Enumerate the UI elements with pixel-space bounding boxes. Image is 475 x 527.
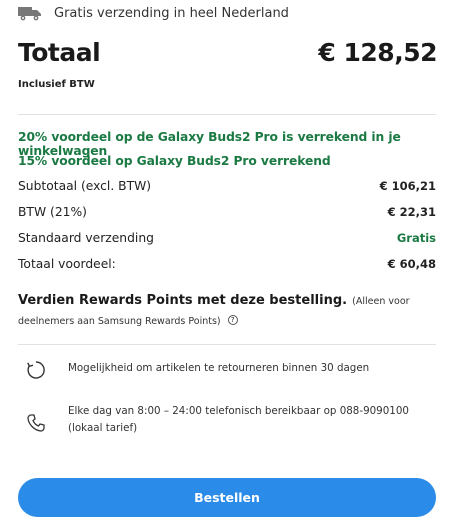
return-icon [27, 361, 45, 379]
summary-label: Totaal voordeel: [18, 257, 116, 271]
divider [18, 344, 436, 345]
summary-row-subtotal: Subtotaal (excl. BTW) € 106,21 [18, 179, 436, 193]
summary-row-discount: Totaal voordeel: € 60,48 [18, 257, 436, 271]
feature-text: Elke dag van 8:00 – 24:00 telefonisch be… [68, 405, 409, 434]
summary-row-shipping: Standaard verzending Gratis [18, 231, 436, 245]
summary-label: BTW (21%) [18, 205, 87, 219]
feature-support: Elke dag van 8:00 – 24:00 telefonisch be… [18, 403, 438, 437]
summary-value: € 60,48 [387, 257, 436, 271]
divider [18, 114, 436, 115]
summary-label: Standaard verzending [18, 231, 154, 245]
summary-value: € 106,21 [379, 179, 436, 193]
summary-row-vat: BTW (21%) € 22,31 [18, 205, 436, 219]
feature-returns: Mogelijkheid om artikelen te retourneren… [18, 360, 438, 380]
phone-icon [27, 414, 45, 432]
total-label: Totaal [18, 38, 101, 67]
promo-message: 15% voordeel op Galaxy Buds2 Pro verreke… [18, 154, 331, 168]
info-icon[interactable]: ? [227, 314, 238, 325]
summary-value: € 22,31 [387, 205, 436, 219]
rewards-info: Verdien Rewards Points met deze bestelli… [18, 290, 436, 330]
total-value: € 128,52 [318, 38, 437, 67]
shipping-text: Gratis verzending in heel Nederland [54, 5, 289, 21]
feature-text: Mogelijkheid om artikelen te retourneren… [68, 362, 370, 374]
shipping-banner: Gratis verzending in heel Nederland [18, 3, 289, 23]
summary-value: Gratis [396, 231, 436, 245]
vat-note: Inclusief BTW [18, 79, 95, 90]
rewards-title: Verdien Rewards Points met deze bestelli… [18, 293, 348, 308]
checkout-button[interactable]: Bestellen [18, 478, 436, 517]
summary-label: Subtotaal (excl. BTW) [18, 179, 152, 193]
truck-icon [18, 7, 41, 21]
